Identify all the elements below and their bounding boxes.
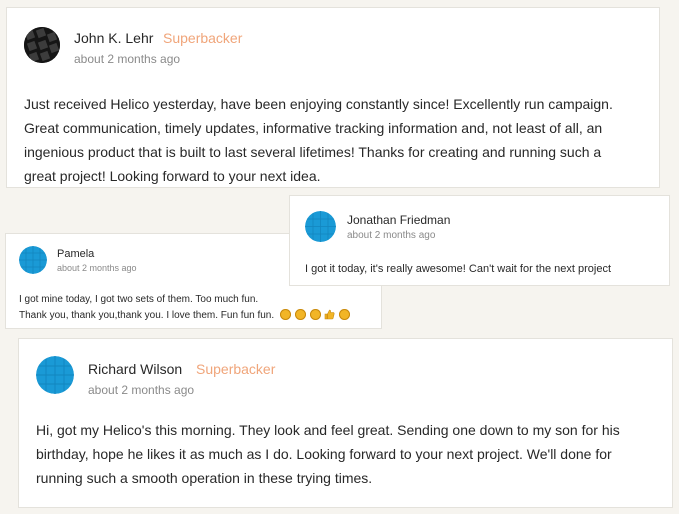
grinning-face-emoji <box>339 309 351 320</box>
grinning-face-emoji <box>294 309 306 320</box>
author-name[interactable]: Richard Wilson <box>88 361 182 377</box>
author-name[interactable]: Jonathan Friedman <box>347 213 450 227</box>
comment-line: Hi, got my Helico's this morning. They l… <box>36 422 620 438</box>
timestamp: about 2 months ago <box>57 263 137 273</box>
comment-card: Richard Wilson Superbacker about 2 month… <box>18 338 673 508</box>
avatar[interactable] <box>24 27 60 63</box>
comment-line: birthday, hope he likes it as much as I … <box>36 446 612 462</box>
grinning-face-emoji <box>279 309 291 320</box>
author-name[interactable]: Pamela <box>57 248 94 260</box>
grinning-face-emoji <box>309 309 321 320</box>
avatar[interactable] <box>36 356 74 394</box>
avatar[interactable] <box>305 211 336 242</box>
comment-line: Thank you, thank you,thank you. I love t… <box>19 308 351 324</box>
timestamp: about 2 months ago <box>74 52 181 66</box>
comment-line: Great communication, timely updates, inf… <box>24 120 603 136</box>
comment-line: I got it today, it's really awesome! Can… <box>305 263 612 275</box>
comment-body: I got it today, it's really awesome! Can… <box>305 262 611 276</box>
comment-body: I got mine today, I got two sets of them… <box>19 292 351 324</box>
comment-body: Hi, got my Helico's this morning. They l… <box>36 418 620 490</box>
avatar-image <box>305 211 336 242</box>
avatar-image <box>19 246 47 274</box>
comment-line: I got mine today, I got two sets of them… <box>19 294 259 305</box>
author-name[interactable]: John K. Lehr <box>74 30 153 46</box>
thumbs-up-emoji <box>324 309 335 320</box>
comment-line: Just received Helico yesterday, have bee… <box>24 96 613 112</box>
comment-line: running such a smooth operation in these… <box>36 470 373 486</box>
comment-card: Jonathan Friedman about 2 months ago I g… <box>289 195 670 286</box>
emoji-group <box>279 309 351 321</box>
avatar-image <box>24 27 60 63</box>
avatar[interactable] <box>19 246 47 274</box>
comment-line: great project! Looking forward to your n… <box>24 168 321 184</box>
timestamp: about 2 months ago <box>88 383 195 397</box>
avatar-image <box>36 356 74 394</box>
comment-line: ingenious product that is built to last … <box>24 144 602 160</box>
superbacker-badge: Superbacker <box>163 30 243 46</box>
superbacker-badge: Superbacker <box>196 361 276 377</box>
timestamp: about 2 months ago <box>347 230 436 241</box>
comment-body: Just received Helico yesterday, have bee… <box>24 92 613 188</box>
comment-card: John K. Lehr Superbacker about 2 months … <box>6 7 660 188</box>
